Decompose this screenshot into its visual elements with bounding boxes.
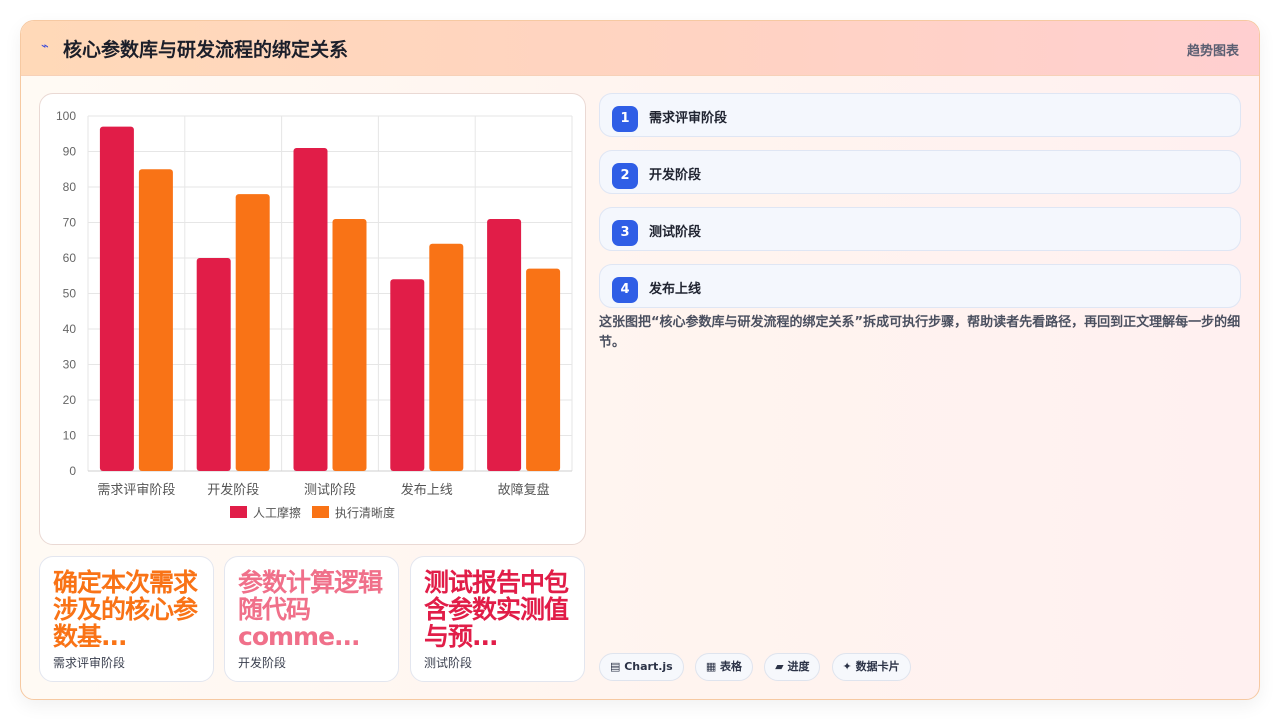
x-tick-label: 开发阶段 <box>207 482 259 498</box>
step-number-badge: 1 <box>612 106 638 132</box>
step-item-1[interactable]: 1 需求评审阶段 <box>599 93 1241 137</box>
mini-card-3[interactable]: 测试报告中包含参数实测值与预... 测试阶段 <box>410 556 585 682</box>
mini-card-2[interactable]: 参数计算逻辑随代码comme... 开发阶段 <box>224 556 399 682</box>
tag-list: ▤ Chart.js ▦ 表格 ▰ 进度 ✦ 数据卡片 <box>599 653 917 681</box>
mini-card-subtitle: 需求评审阶段 <box>53 656 126 670</box>
legend-label: 执行清晰度 <box>335 505 395 520</box>
tag-data-card[interactable]: ✦ 数据卡片 <box>831 653 911 681</box>
steps-list: 1 需求评审阶段 2 开发阶段 3 测试阶段 4 发布上线 <box>599 93 1241 321</box>
x-tick-label: 发布上线 <box>401 482 453 498</box>
bar-series-1 <box>293 147 328 471</box>
step-label: 开发阶段 <box>649 168 702 183</box>
x-tick-label: 测试阶段 <box>304 483 356 498</box>
y-tick-label: 0 <box>69 464 76 478</box>
y-tick-label: 50 <box>63 287 77 301</box>
step-label: 发布上线 <box>649 282 702 297</box>
bar-chart: 0 10 20 30 40 50 60 70 80 90 100 需求评审阶段 开发阶段 测试阶段 发布上线… <box>56 109 573 520</box>
y-tick-label: 20 <box>63 393 77 407</box>
legend-swatch <box>312 506 329 518</box>
mini-card-subtitle: 开发阶段 <box>238 656 287 670</box>
bar-series-1 <box>487 218 522 471</box>
bar-series-1 <box>99 126 134 472</box>
step-number-badge: 4 <box>612 277 638 303</box>
bar-series-2 <box>526 268 561 471</box>
tag-chartjs[interactable]: ▤ Chart.js <box>599 653 684 681</box>
mini-card-subtitle: 测试阶段 <box>424 656 473 670</box>
mini-card-title: 确定本次需求涉及的核心参数基... <box>53 569 198 649</box>
step-item-3[interactable]: 3 测试阶段 <box>599 207 1241 251</box>
card-header: ⌁ 核心参数库与研发流程的绑定关系 趋势图表 <box>21 21 1259 76</box>
mini-card-1[interactable]: 确定本次需求涉及的核心参数基... 需求评审阶段 <box>39 556 214 682</box>
chart-panel: 0 10 20 30 40 50 60 70 80 90 100 需求评审阶段 开发阶段 测试阶段 发布上线… <box>39 93 586 545</box>
tag-table[interactable]: ▦ 表格 <box>694 653 754 681</box>
bar-series-1 <box>390 279 425 471</box>
bar-series-1 <box>196 258 231 471</box>
bar-series-2 <box>429 243 464 471</box>
step-item-4[interactable]: 4 发布上线 <box>599 264 1241 308</box>
step-label: 测试阶段 <box>649 225 702 240</box>
step-number-badge: 3 <box>612 220 638 246</box>
bar-series-2 <box>332 218 367 471</box>
y-tick-label: 80 <box>63 180 77 194</box>
step-item-2[interactable]: 2 开发阶段 <box>599 150 1241 194</box>
y-tick-label: 10 <box>63 429 77 443</box>
y-tick-label: 70 <box>63 216 77 230</box>
mini-card-title: 参数计算逻辑随代码comme... <box>238 569 383 649</box>
trend-chart-link[interactable]: 趋势图表 <box>1187 40 1239 59</box>
step-number-badge: 2 <box>612 163 638 189</box>
mini-card-title: 测试报告中包含参数实测值与预... <box>424 569 569 649</box>
y-tick-label: 60 <box>63 251 77 265</box>
legend-swatch <box>230 506 247 518</box>
main-card: ⌁ 核心参数库与研发流程的绑定关系 趋势图表 0 10 20 30 40 50 60 70 80… <box>20 20 1260 700</box>
bar-series-2 <box>138 169 173 471</box>
bar-series-2 <box>235 194 270 471</box>
description-text: 这张图把“核心参数库与研发流程的绑定关系”拆成可执行步骤，帮助读者先看路径，再回… <box>599 315 1241 350</box>
trend-icon: ⌁ <box>41 39 49 54</box>
y-tick-label: 30 <box>63 358 77 372</box>
tag-progress[interactable]: ▰ 进度 <box>764 653 821 681</box>
step-label: 需求评审阶段 <box>649 111 728 126</box>
y-tick-label: 40 <box>63 322 77 336</box>
legend-label: 人工摩擦 <box>253 505 301 520</box>
page-title: 核心参数库与研发流程的绑定关系 <box>63 39 349 61</box>
y-tick-label: 100 <box>56 109 76 123</box>
x-tick-label: 需求评审阶段 <box>97 483 175 498</box>
y-tick-label: 90 <box>63 145 77 159</box>
x-tick-label: 故障复盘 <box>498 482 550 498</box>
